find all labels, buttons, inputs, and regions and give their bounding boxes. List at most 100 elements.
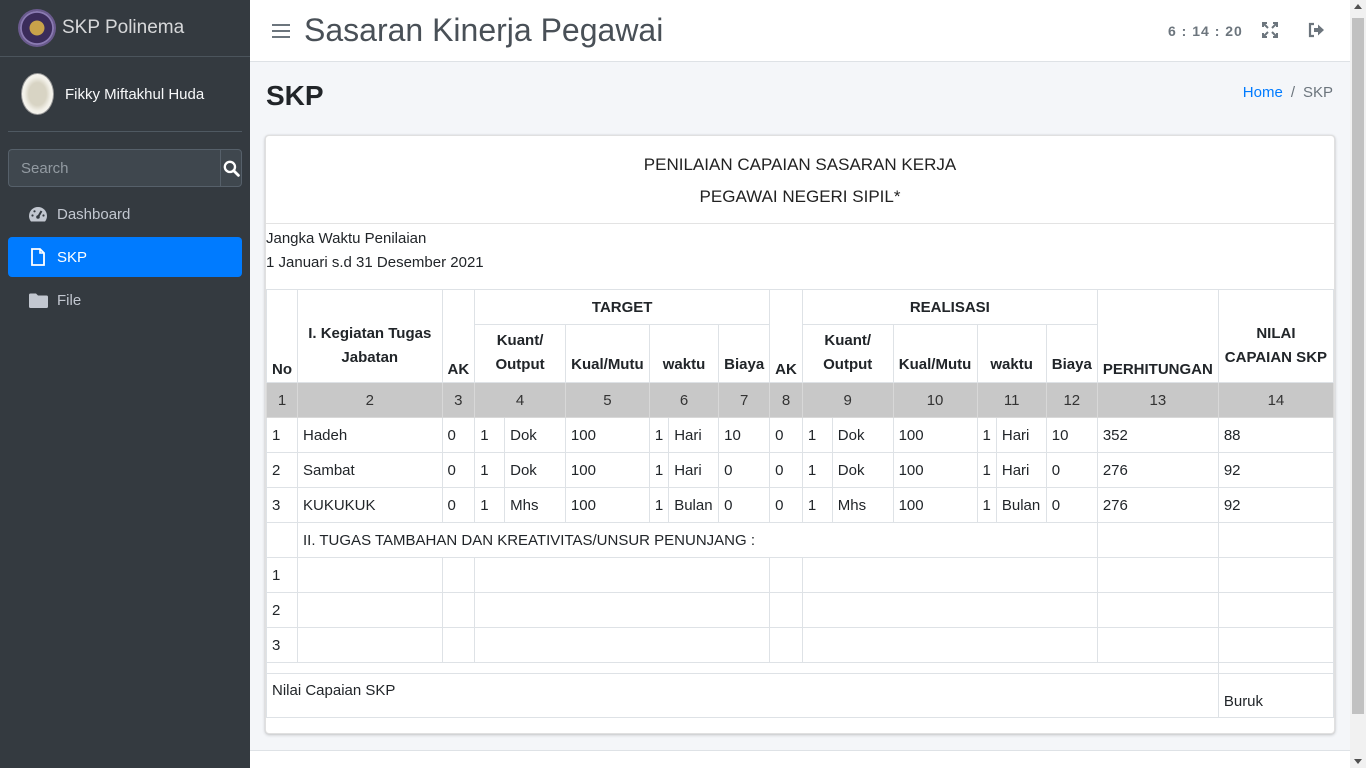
- section2-header-row: II. TUGAS TAMBAHAN DAN KREATIVITAS/UNSUR…: [266, 522, 1335, 558]
- brand-link[interactable]: SKP Polinema: [0, 0, 250, 57]
- page-scrollbar[interactable]: [1350, 0, 1366, 768]
- cell-ak: 0: [441, 417, 476, 453]
- cell-realisasi-ak: 0: [769, 452, 803, 488]
- card-title-line1: PENILAIAN CAPAIAN SASARAN KERJA: [643, 155, 957, 174]
- empty-cell: [1097, 522, 1219, 558]
- file-icon: [27, 248, 49, 266]
- column-number: 9: [801, 382, 894, 418]
- cell-target-kual: 100: [564, 417, 650, 453]
- brand-logo: [20, 11, 54, 45]
- cell-target-kuant: 1: [474, 452, 506, 488]
- section2-title: II. TUGAS TAMBAHAN DAN KREATIVITAS/UNSUR…: [297, 522, 1098, 558]
- sidebar: SKP Polinema Fikky Miftakhul Huda Dashbo…: [0, 0, 250, 768]
- page-footer: [250, 750, 1350, 768]
- header-target-kuant: Kuant/ Output: [474, 324, 566, 383]
- fullscreen-icon[interactable]: [1262, 22, 1278, 43]
- cell-realisasi-waktu-unit: Hari: [995, 452, 1047, 488]
- column-number-row: 1 2 3 4 5 6 7 8 9 10 11 12 13 14: [266, 382, 1335, 418]
- logout-icon[interactable]: [1308, 22, 1325, 43]
- empty-cell: [1096, 627, 1219, 663]
- breadcrumb-home[interactable]: Home: [1243, 84, 1283, 101]
- sidebar-item-dashboard[interactable]: Dashboard: [8, 194, 242, 234]
- header-ak-realisasi: AK: [769, 289, 803, 383]
- scroll-thumb[interactable]: [1352, 18, 1364, 714]
- header-perhitungan: PERHITUNGAN: [1096, 289, 1219, 383]
- cell-target-waktu-unit: Hari: [668, 417, 720, 453]
- avatar: [21, 73, 54, 115]
- search-input[interactable]: [8, 149, 220, 187]
- empty-cell: [1217, 522, 1335, 558]
- header-realisasi-kual: Kual/Mutu: [892, 324, 978, 383]
- cell-nilai: 92: [1217, 487, 1335, 523]
- cell-no: 2: [266, 452, 298, 488]
- sidebar-item-file[interactable]: File: [8, 280, 242, 320]
- empty-cell: [801, 627, 1098, 663]
- section2-row: 1: [266, 557, 1335, 593]
- dashboard-icon: [27, 206, 49, 223]
- breadcrumb: Home / SKP: [1243, 84, 1333, 101]
- cell-target-waktu: 1: [648, 452, 670, 488]
- hamburger-menu-icon[interactable]: [272, 20, 290, 42]
- empty-cell: [769, 627, 803, 663]
- empty-cell: [801, 592, 1098, 628]
- empty-cell: [1217, 592, 1335, 628]
- empty-cell: [266, 522, 298, 558]
- cell-kegiatan: Sambat: [297, 452, 443, 488]
- column-number: 4: [474, 382, 566, 418]
- cell-realisasi-unit: Dok: [831, 417, 894, 453]
- cell-realisasi-kuant: 1: [801, 487, 833, 523]
- column-number: 7: [718, 382, 771, 418]
- sidebar-item-label: SKP: [57, 248, 88, 266]
- table-row: 1 Hadeh 0 1 Dok 100 1 Hari 10 0 1 Dok 10…: [266, 417, 1335, 453]
- cell-ak: 0: [441, 452, 476, 488]
- cell-realisasi-unit: Dok: [831, 452, 894, 488]
- search-button[interactable]: [220, 149, 242, 187]
- empty-cell: [769, 557, 803, 593]
- breadcrumb-current: SKP: [1302, 84, 1333, 101]
- search-icon: [223, 160, 240, 177]
- header-ak: AK: [441, 289, 476, 383]
- cell-target-waktu: 1: [648, 487, 670, 523]
- cell-target-kual: 100: [564, 452, 650, 488]
- column-number: 1: [266, 382, 298, 418]
- empty-cell: [1217, 557, 1335, 593]
- header-realisasi: REALISASI: [801, 289, 1098, 325]
- folder-icon: [27, 293, 49, 308]
- period-info: Jangka Waktu Penilaian 1 Januari s.d 31 …: [266, 224, 1334, 289]
- empty-cell: [266, 662, 1219, 674]
- scroll-down-arrow[interactable]: [1354, 759, 1362, 764]
- user-name: Fikky Miftakhul Huda: [65, 85, 205, 103]
- empty-cell: [474, 557, 771, 593]
- empty-cell: [441, 557, 476, 593]
- column-number: 6: [648, 382, 720, 418]
- cell-realisasi-kual: 100: [892, 487, 978, 523]
- cell-no: 2: [266, 592, 298, 628]
- summary-value: Buruk: [1217, 673, 1335, 718]
- card-title-line2: PEGAWAI NEGERI SIPIL*: [699, 187, 901, 206]
- cell-realisasi-biaya: 10: [1045, 417, 1098, 453]
- section2-row: 3: [266, 627, 1335, 663]
- cell-realisasi-unit: Mhs: [831, 487, 894, 523]
- scroll-up-arrow[interactable]: [1354, 4, 1362, 9]
- header-realisasi-kuant: Kuant/ Output: [801, 324, 894, 383]
- cell-nilai: 88: [1217, 417, 1335, 453]
- user-panel[interactable]: Fikky Miftakhul Huda: [8, 57, 242, 132]
- cell-nilai: 92: [1217, 452, 1335, 488]
- page-title: SKP: [266, 80, 324, 111]
- sidebar-item-skp[interactable]: SKP: [8, 237, 242, 277]
- breadcrumb-separator: /: [1290, 84, 1295, 101]
- empty-cell: [769, 592, 803, 628]
- card-header: PENILAIAN CAPAIAN SASARAN KERJA PEGAWAI …: [266, 136, 1334, 224]
- cell-target-kual: 100: [564, 487, 650, 523]
- empty-cell: [441, 592, 476, 628]
- header-realisasi-waktu: waktu: [976, 324, 1047, 383]
- cell-realisasi-kual: 100: [892, 452, 978, 488]
- cell-target-waktu: 1: [648, 417, 670, 453]
- header-target-waktu: waktu: [648, 324, 720, 383]
- empty-cell: [441, 627, 476, 663]
- empty-cell: [1217, 662, 1335, 674]
- empty-cell: [297, 557, 443, 593]
- cell-target-waktu-unit: Hari: [668, 452, 720, 488]
- cell-target-waktu-unit: Bulan: [668, 487, 720, 523]
- sidebar-item-label: File: [57, 291, 82, 309]
